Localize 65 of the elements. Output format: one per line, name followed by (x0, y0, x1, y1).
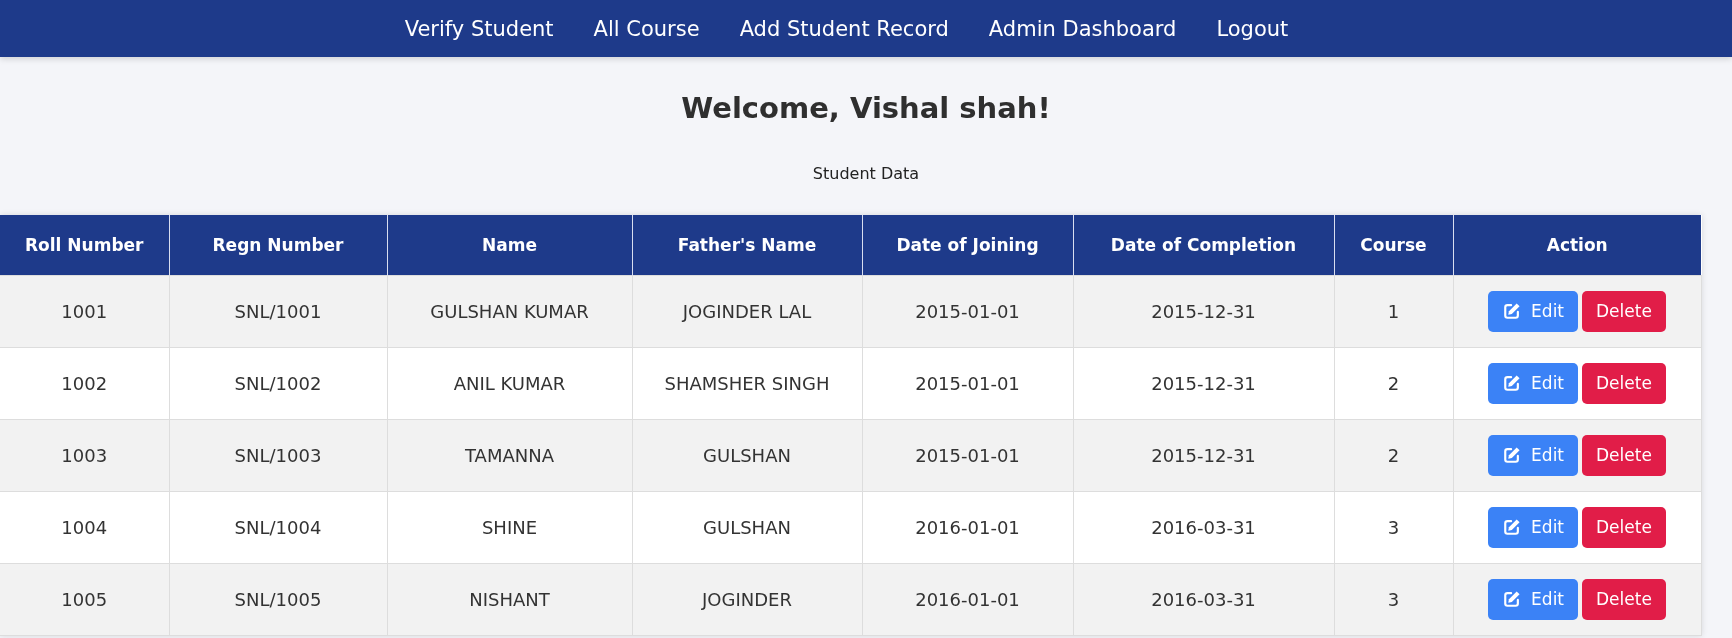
pencil-square-icon (1503, 302, 1522, 320)
table-cell: GULSHAN (632, 419, 862, 491)
column-header: Action (1453, 215, 1701, 275)
table-cell: GULSHAN KUMAR (387, 275, 632, 347)
table-cell: ANIL KUMAR (387, 347, 632, 419)
pencil-square-icon (1503, 446, 1522, 464)
pencil-square-icon (1503, 518, 1522, 536)
column-header: Roll Number (0, 215, 169, 275)
table-cell: JOGINDER (632, 563, 862, 635)
nav-link[interactable]: Verify Student (404, 16, 554, 41)
table-cell: 2016-03-31 (1073, 563, 1334, 635)
nav-link[interactable]: Logout (1216, 16, 1289, 41)
nav-link[interactable]: Add Student Record (739, 16, 949, 41)
table-cell: 3 (1334, 491, 1453, 563)
table-cell: 2016-01-01 (862, 563, 1073, 635)
column-header: Date of Completion (1073, 215, 1334, 275)
table-cell: JOGINDER LAL (632, 275, 862, 347)
table-cell: SNL/1003 (169, 419, 387, 491)
table-cell: 1003 (0, 419, 169, 491)
pencil-square-icon (1503, 374, 1522, 392)
table-cell: 3 (1334, 563, 1453, 635)
welcome-heading: Welcome, Vishal shah! (681, 90, 1051, 126)
table-cell: 2015-12-31 (1073, 347, 1334, 419)
table-cell: 2015-12-31 (1073, 419, 1334, 491)
column-header: Course (1334, 215, 1453, 275)
table-cell: 2015-01-01 (862, 275, 1073, 347)
table-cell: 1001 (0, 275, 169, 347)
delete-button[interactable]: Delete (1582, 362, 1666, 404)
nav-link[interactable]: All Course (593, 16, 700, 41)
table-cell: SNL/1002 (169, 347, 387, 419)
edit-button[interactable]: Edit (1488, 362, 1579, 404)
pencil-square-icon (1503, 590, 1522, 608)
edit-button[interactable]: Edit (1488, 290, 1579, 332)
table-cell: SHAMSHER SINGH (632, 347, 862, 419)
table-cell: 2015-01-01 (862, 347, 1073, 419)
edit-button[interactable]: Edit (1488, 506, 1579, 548)
column-header: Regn Number (169, 215, 387, 275)
table-cell: SHINE (387, 491, 632, 563)
nav-link[interactable]: Admin Dashboard (988, 16, 1177, 41)
table-cell: SNL/1004 (169, 491, 387, 563)
table-cell: 1005 (0, 563, 169, 635)
table-cell: 1004 (0, 491, 169, 563)
section-title: Student Data (812, 163, 920, 185)
table-cell: 2 (1334, 347, 1453, 419)
table-cell: GULSHAN (632, 491, 862, 563)
table-cell: 2016-03-31 (1073, 491, 1334, 563)
table-cell: 2015-01-01 (862, 419, 1073, 491)
column-header: Date of Joining (862, 215, 1073, 275)
table-cell: 2016-01-01 (862, 491, 1073, 563)
column-header: Name (387, 215, 632, 275)
table-cell: NISHANT (387, 563, 632, 635)
table-cell: 1 (1334, 275, 1453, 347)
delete-button[interactable]: Delete (1582, 290, 1666, 332)
delete-button[interactable]: Delete (1582, 434, 1666, 476)
delete-button[interactable]: Delete (1582, 506, 1666, 548)
table-cell: 2 (1334, 419, 1453, 491)
table-cell: SNL/1005 (169, 563, 387, 635)
delete-button[interactable]: Delete (1582, 578, 1666, 620)
table-cell: TAMANNA (387, 419, 632, 491)
edit-button[interactable]: Edit (1488, 578, 1579, 620)
table-cell: 2015-12-31 (1073, 275, 1334, 347)
edit-button[interactable]: Edit (1488, 434, 1579, 476)
column-header: Father's Name (632, 215, 862, 275)
table-cell: 1002 (0, 347, 169, 419)
table-cell: SNL/1001 (169, 275, 387, 347)
